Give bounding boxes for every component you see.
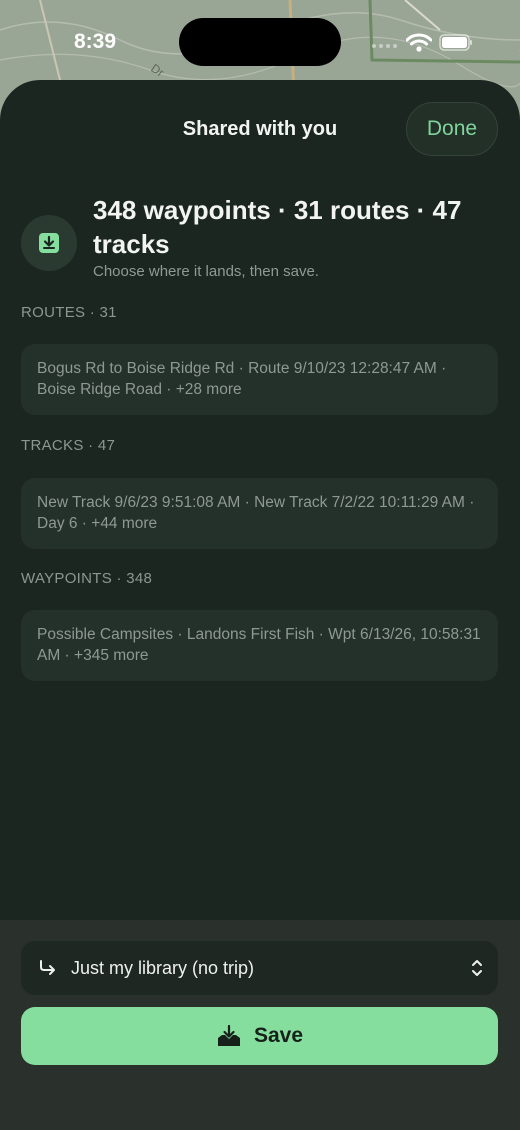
destination-picker[interactable]: Just my library (no trip) (21, 941, 498, 995)
dynamic-island (179, 18, 341, 66)
tray-download-icon (217, 1024, 240, 1046)
status-bar: 8:39 (0, 0, 520, 84)
section-label-tracks: TRACKS · 47 (21, 437, 116, 454)
chevron-up-down-icon (472, 960, 482, 976)
save-button[interactable]: Save (21, 1007, 498, 1065)
share-import-sheet: Shared with you Done 348 waypoints · 31 … (0, 80, 520, 1130)
destination-label: Just my library (no trip) (71, 957, 255, 978)
sheet-footer: Just my library (no trip) Save (0, 920, 520, 1130)
battery-icon (439, 34, 472, 51)
wifi-icon (406, 33, 432, 52)
download-tray-icon (21, 215, 77, 271)
status-time: 8:39 (74, 30, 117, 53)
arrow-turn-right-icon (40, 960, 55, 975)
save-label: Save (253, 1024, 304, 1047)
section-label-routes: ROUTES · 31 (21, 304, 117, 321)
import-summary-subtitle: Choose where it lands, then save. (93, 263, 319, 280)
tracks-summary-card[interactable]: New Track 9/6/23 9:51:08 AM · New Track … (21, 478, 498, 549)
import-summary-headline: 348 waypoints · 31 routes · 47 tracks (93, 195, 462, 259)
done-button[interactable]: Done (406, 102, 498, 156)
routes-summary-card[interactable]: Bogus Rd to Boise Ridge Rd · Route 9/10/… (21, 344, 498, 415)
cellular-signal-icon (372, 44, 397, 48)
waypoints-summary-card[interactable]: Possible Campsites · Landons First Fish … (21, 610, 498, 681)
section-label-waypoints: WAYPOINTS · 348 (21, 570, 153, 587)
